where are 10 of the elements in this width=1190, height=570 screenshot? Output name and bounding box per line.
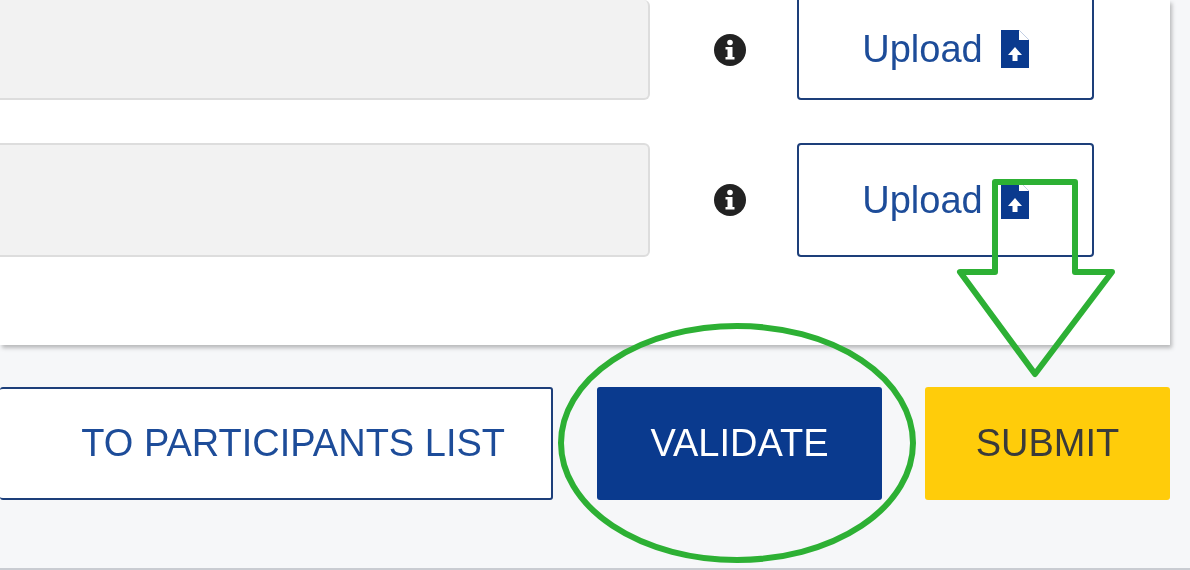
submit-button[interactable]: SUBMIT (925, 387, 1170, 500)
back-button[interactable]: TO PARTICIPANTS LIST (0, 387, 553, 500)
upload-button[interactable]: Upload (797, 143, 1094, 257)
file-upload-icon (1000, 30, 1029, 68)
input-field[interactable] (0, 0, 650, 100)
input-field[interactable] (0, 143, 650, 257)
validate-button[interactable]: VALIDATE (597, 387, 882, 500)
info-icon[interactable] (713, 183, 747, 217)
info-icon[interactable] (713, 33, 747, 67)
upload-button[interactable]: Upload (797, 0, 1094, 100)
